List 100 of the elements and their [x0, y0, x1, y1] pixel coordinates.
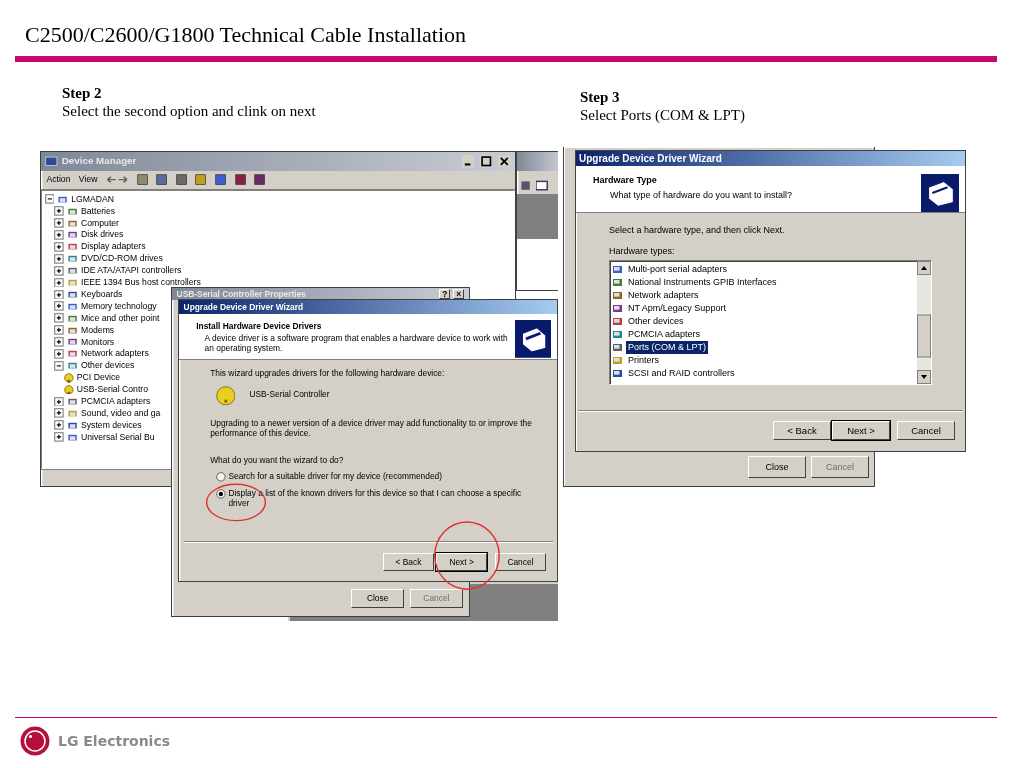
expand-icon[interactable] — [54, 408, 65, 419]
tree-item[interactable]: Memory technology — [81, 299, 157, 313]
tree-item[interactable]: LGMADAN — [71, 192, 114, 206]
logo-icon — [20, 726, 50, 756]
tree-item[interactable]: Mice and other point — [81, 311, 160, 325]
title-bar-button[interactable]: × — [453, 289, 465, 299]
tree-item[interactable]: Other devices — [81, 359, 135, 373]
list-item[interactable]: Network adapters — [626, 288, 701, 303]
scrollbar[interactable] — [917, 261, 931, 384]
device-icon — [612, 355, 623, 366]
expand-icon[interactable] — [54, 206, 65, 217]
list-item[interactable]: National Instruments GPIB Interfaces — [626, 275, 779, 290]
warning-icon — [64, 372, 74, 383]
list-item[interactable]: Other devices — [626, 314, 686, 329]
expand-icon[interactable] — [54, 265, 65, 276]
tree-item[interactable]: IDE ATA/ATAPI controllers — [81, 264, 182, 278]
device-icon — [612, 277, 623, 288]
tree-item[interactable]: IEEE 1394 Bus host controllers — [81, 276, 201, 290]
expand-icon[interactable] — [54, 313, 65, 324]
expand-icon[interactable] — [54, 325, 65, 335]
content-area — [516, 238, 558, 290]
navigation-arrows-icon[interactable] — [105, 174, 129, 186]
expand-icon[interactable] — [54, 289, 65, 300]
tree-item[interactable]: Universal Serial Bu — [81, 430, 155, 444]
expand-icon[interactable] — [54, 420, 65, 431]
close-icon[interactable] — [498, 155, 511, 168]
warning-icon — [64, 384, 74, 395]
tree-item[interactable]: Monitors — [81, 335, 115, 349]
dialog-title: USB-Serial Controller Properties — [176, 287, 306, 301]
dialog-button[interactable]: Cancel — [495, 553, 546, 572]
expand-icon[interactable] — [54, 277, 65, 288]
list-item[interactable]: Multi-port serial adapters — [626, 262, 730, 277]
list-item[interactable]: Ports (COM & LPT) — [626, 340, 708, 355]
toolbar-icon[interactable] — [234, 174, 246, 186]
hardware-icon — [514, 319, 552, 358]
step-heading: Step 3 — [580, 88, 620, 106]
tree-item[interactable]: Batteries — [81, 204, 116, 218]
maximize-icon[interactable] — [479, 155, 493, 168]
dialog-button[interactable]: Cancel — [897, 421, 955, 440]
tree-item[interactable]: Disk drives — [81, 228, 124, 242]
tree-item[interactable]: PCMCIA adapters — [81, 394, 151, 408]
device-icon — [612, 316, 623, 327]
expand-icon[interactable] — [54, 253, 65, 264]
expand-icon[interactable] — [54, 242, 65, 252]
dialog-button[interactable]: < Back — [383, 553, 434, 572]
tree-item[interactable]: Modems — [81, 323, 115, 337]
step-instruction: Select the second option and clink on next — [62, 102, 316, 120]
body-text: This wizard upgrades drivers for the following hardware device: — [210, 368, 446, 379]
window-title: Device Manager — [61, 154, 137, 169]
expand-icon[interactable] — [54, 432, 65, 443]
radio-button[interactable] — [215, 489, 226, 499]
expand-icon[interactable] — [54, 301, 65, 312]
expand-icon[interactable] — [54, 218, 65, 228]
list-label: Hardware types: — [609, 244, 676, 258]
dialog-button[interactable]: Close — [351, 589, 405, 608]
step-instruction: Select Ports (COM & LPT) — [580, 106, 745, 124]
slide-title: C2500/C2600/G1800 Technical Cable Installation — [24, 21, 468, 48]
dialog-button[interactable]: Close — [748, 456, 806, 478]
menu-item[interactable]: View — [78, 173, 98, 187]
tree-item[interactable]: Display adapters — [81, 240, 146, 254]
minimize-icon[interactable] — [461, 155, 475, 168]
dialog-title: Upgrade Device Driver Wizard — [183, 300, 304, 314]
toolbar-icon[interactable] — [156, 174, 168, 186]
list-item[interactable]: NT Apm/Legacy Support — [626, 301, 728, 316]
radio-button[interactable] — [215, 472, 226, 483]
radio-label[interactable]: Search for a suitable driver for my device (recommended) — [228, 472, 443, 483]
toolbar-icon[interactable] — [536, 179, 548, 191]
expand-icon[interactable] — [54, 349, 65, 359]
device-name: USB-Serial Controller — [249, 390, 330, 401]
dialog-button[interactable]: Next > — [436, 553, 487, 572]
dialog-button[interactable]: Next > — [832, 421, 890, 440]
list-item[interactable]: SCSI and RAID controllers — [626, 366, 737, 381]
wizard-subheading: A device driver is a software program that enables a hardware device to work with an operating system. — [203, 333, 509, 354]
body-text: Upgrading to a newer version of a device driver may add functionality to or improve the performance of this device. — [210, 419, 533, 439]
expand-icon[interactable] — [54, 360, 65, 371]
expand-icon[interactable] — [54, 337, 65, 347]
device-icon — [612, 342, 623, 353]
tree-item[interactable]: Network adapters — [81, 347, 149, 361]
expand-icon[interactable] — [54, 230, 65, 240]
tree-item[interactable]: DVD/CD-ROM drives — [81, 252, 163, 266]
tree-item[interactable]: System devices — [81, 418, 142, 432]
toolbar-icon[interactable] — [254, 174, 266, 186]
tree-item[interactable]: PCI Device — [76, 371, 121, 385]
tree-item[interactable]: Computer — [81, 216, 119, 230]
tree-item[interactable]: Keyboards — [81, 287, 123, 301]
device-icon — [612, 303, 623, 314]
title-bar-button[interactable]: ? — [439, 289, 451, 299]
dialog-button[interactable]: < Back — [773, 421, 831, 440]
tree-item[interactable]: Sound, video and ga — [81, 406, 161, 420]
expand-icon[interactable] — [44, 194, 55, 205]
list-item[interactable]: Printers — [626, 353, 661, 368]
computer-icon — [45, 155, 58, 168]
menu-item[interactable]: Action — [46, 173, 71, 187]
brand-name: LG Electronics — [58, 731, 171, 751]
toolbar-icon[interactable] — [175, 174, 187, 186]
dialog-title: Upgrade Device Driver Wizard — [579, 152, 722, 166]
list-item[interactable]: PCMCIA adapters — [626, 327, 703, 342]
expand-icon[interactable] — [54, 396, 65, 407]
toolbar-icon[interactable] — [214, 174, 227, 186]
tree-item[interactable]: USB-Serial Contro — [76, 383, 148, 397]
